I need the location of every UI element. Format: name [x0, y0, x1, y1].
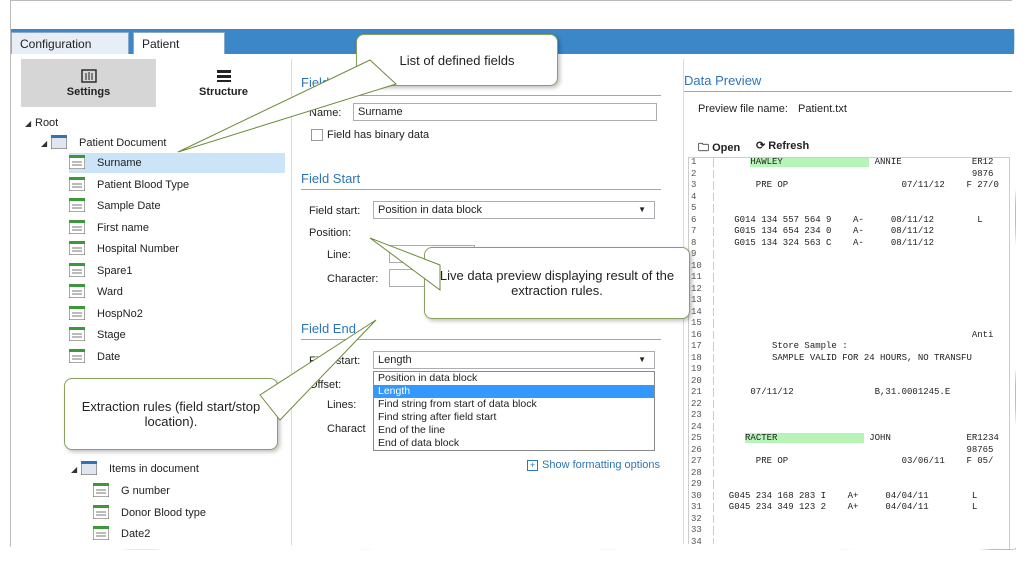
- callout-pointers: [0, 0, 1024, 566]
